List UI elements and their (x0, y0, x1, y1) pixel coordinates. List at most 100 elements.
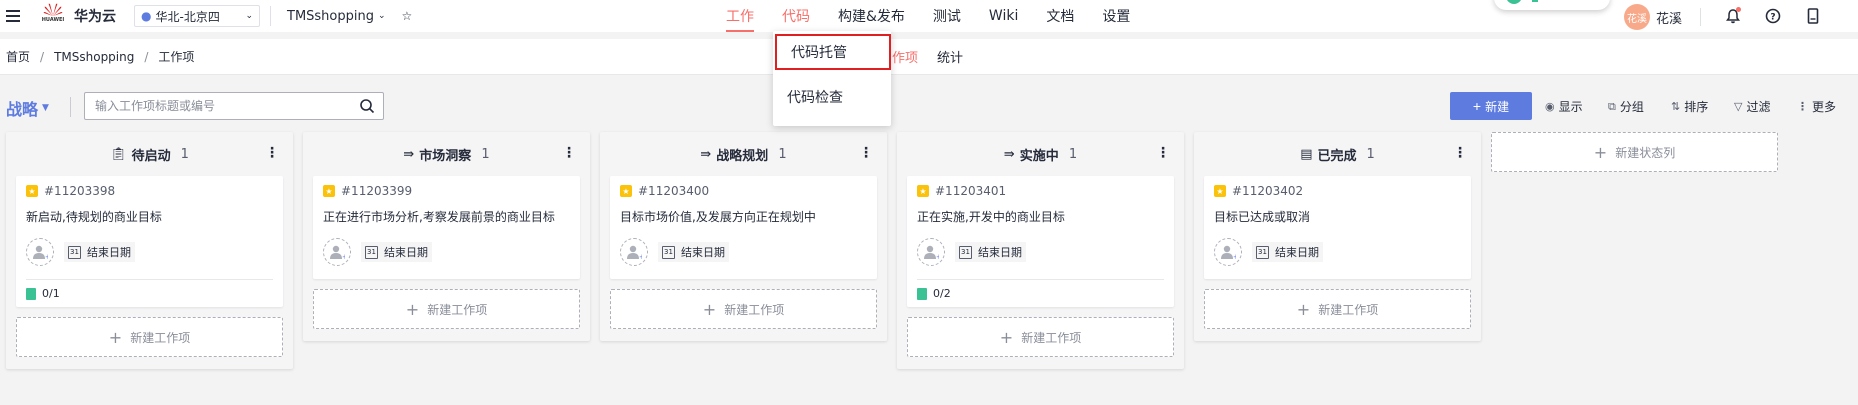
menu-icon[interactable] (6, 10, 20, 22)
breadcrumb-project[interactable]: TMSshopping (54, 50, 134, 64)
menu-item-code-check[interactable]: 代码检查 (773, 79, 891, 115)
huawei-logo[interactable]: HUAWEI (40, 3, 66, 29)
work-item-id[interactable]: #11203400 (638, 184, 709, 198)
more-vertical-icon[interactable]: ⋮ (1453, 146, 1467, 160)
work-item-title[interactable]: 正在进行市场分析,考察发展前景的商业目标 (323, 208, 570, 225)
nav-work[interactable]: 工作 (726, 0, 754, 32)
svg-text:+: + (342, 253, 345, 260)
main-nav: 工作 代码 构建&发布 测试 Wiki 文档 设置 (726, 0, 1158, 32)
end-date-label: 结束日期 (1275, 246, 1319, 259)
work-item-title[interactable]: 正在实施,开发中的商业目标 (917, 208, 1164, 225)
tab-statistics[interactable]: 统计 (937, 47, 963, 66)
work-item-title[interactable]: 目标已达成或取消 (1214, 208, 1461, 225)
help-icon[interactable]: ? (1764, 7, 1782, 25)
add-work-item-button[interactable]: + 新建工作项 (907, 317, 1174, 357)
more-button[interactable]: ⋮ 更多 (1797, 98, 1836, 115)
work-item-id[interactable]: #11203402 (1232, 184, 1303, 198)
add-work-item-label: 新建工作项 (1318, 302, 1379, 317)
avatar[interactable]: 花溪 (1624, 4, 1650, 30)
work-item-title[interactable]: 目标市场价值,及发展方向正在规划中 (620, 208, 867, 225)
search-input[interactable] (95, 99, 355, 113)
column-header[interactable]: ⇛ 市场洞察 1 ⋮ (303, 132, 590, 176)
child-progress[interactable]: 0/1 (42, 287, 60, 300)
new-button[interactable]: + 新建 (1450, 92, 1532, 120)
sort-button[interactable]: ⇅ 排序 (1671, 98, 1708, 115)
project-selector[interactable]: TMSshopping ⌄ (287, 9, 386, 24)
work-item-card[interactable]: ★ #11203401 正在实施,开发中的商业目标 + 31 结束日期 0/2 (907, 176, 1174, 307)
column-header[interactable]: ▤ 已完成 1 ⋮ (1194, 132, 1481, 176)
nav-wiki[interactable]: Wiki (989, 0, 1018, 32)
work-item-id[interactable]: #11203398 (44, 184, 115, 198)
svg-text:+: + (639, 253, 642, 260)
card-spacer (1214, 267, 1461, 279)
region-selector[interactable]: ● 华北-北京四 ⌄ (134, 5, 260, 27)
end-date-picker[interactable]: 31 结束日期 (361, 242, 432, 262)
assign-user-icon[interactable]: + (26, 238, 54, 266)
nav-settings[interactable]: 设置 (1102, 0, 1130, 32)
display-button[interactable]: ◉ 显示 (1545, 98, 1583, 115)
tab-work-items[interactable]: 作项 (892, 47, 918, 66)
end-date-picker[interactable]: 31 结束日期 (1252, 242, 1323, 262)
work-item-card[interactable]: ★ #11203402 目标已达成或取消 + 31 结束日期 (1204, 176, 1471, 279)
mobile-icon[interactable] (1804, 7, 1822, 25)
star-icon[interactable]: ☆ (402, 9, 413, 23)
search-box[interactable] (84, 92, 384, 120)
nav-test[interactable]: 测试 (933, 0, 961, 32)
work-item-id[interactable]: #11203399 (341, 184, 412, 198)
nav-build-release[interactable]: 构建&发布 (838, 0, 905, 32)
menu-item-code-hosting[interactable]: 代码托管 (775, 34, 891, 70)
username[interactable]: 花溪 (1656, 8, 1682, 27)
assign-user-icon[interactable]: + (1214, 238, 1242, 266)
assign-user-icon[interactable]: + (620, 238, 648, 266)
add-work-item-button[interactable]: + 新建工作项 (610, 289, 877, 329)
filter-label: 过滤 (1746, 100, 1771, 114)
plus-icon: + (1593, 142, 1608, 162)
divider (270, 6, 271, 26)
brand-name[interactable]: 华为云 (74, 6, 116, 26)
filter-icon: ▽ (1734, 100, 1743, 113)
work-item-card[interactable]: ★ #11203399 正在进行市场分析,考察发展前景的商业目标 + 31 结束… (313, 176, 580, 279)
more-vertical-icon[interactable]: ⋮ (1156, 146, 1170, 160)
group-button[interactable]: ⧉ 分组 (1608, 98, 1644, 115)
work-item-card[interactable]: ★ #11203400 目标市场价值,及发展方向正在规划中 + 31 结束日期 (610, 176, 877, 279)
add-status-column-button[interactable]: + 新建状态列 (1491, 132, 1778, 172)
bell-icon[interactable] (1724, 7, 1742, 25)
column-header[interactable]: ⇛ 战略规划 1 ⋮ (600, 132, 887, 176)
breadcrumb-current: 工作项 (158, 50, 195, 64)
column-header[interactable]: 📋︎ 待启动 1 ⋮ (6, 132, 293, 176)
floating-widget[interactable] (1494, 0, 1610, 10)
more-vertical-icon[interactable]: ⋮ (859, 146, 873, 160)
board-column: ▤ 已完成 1 ⋮ ★ #11203402 目标已达成或取消 + 31 结束日期… (1194, 132, 1481, 341)
board-column: 📋︎ 待启动 1 ⋮ ★ #11203398 新启动,待规划的商业目标 + 31… (6, 132, 293, 369)
search-icon[interactable] (359, 98, 375, 117)
more-vertical-icon[interactable]: ⋮ (265, 146, 279, 160)
breadcrumb-home[interactable]: 首页 (6, 48, 30, 65)
nav-docs[interactable]: 文档 (1046, 0, 1074, 32)
nav-code[interactable]: 代码 (782, 0, 810, 32)
end-date-picker[interactable]: 31 结束日期 (64, 242, 135, 262)
svg-text:+: + (936, 253, 939, 260)
view-selector[interactable]: 战略 ▼ (6, 96, 49, 120)
more-vertical-icon: ⋮ (1797, 100, 1808, 113)
epic-type-icon: ★ (1214, 185, 1226, 197)
work-item-id[interactable]: #11203401 (935, 184, 1006, 198)
view-label: 战略 (6, 100, 39, 119)
add-work-item-label: 新建工作项 (1021, 330, 1082, 345)
add-work-item-button[interactable]: + 新建工作项 (1204, 289, 1471, 329)
work-item-card[interactable]: ★ #11203398 新启动,待规划的商业目标 + 31 结束日期 0/1 (16, 176, 283, 307)
more-vertical-icon[interactable]: ⋮ (562, 146, 576, 160)
column-header[interactable]: ⇛ 实施中 1 ⋮ (897, 132, 1184, 176)
chevron-down-icon: ⌄ (245, 11, 253, 21)
assign-user-icon[interactable]: + (917, 238, 945, 266)
user-menu[interactable]: 花溪 花溪 (1624, 4, 1702, 30)
filter-button[interactable]: ▽ 过滤 (1734, 98, 1770, 115)
add-work-item-button[interactable]: + 新建工作项 (313, 289, 580, 329)
child-progress[interactable]: 0/2 (933, 287, 951, 300)
location-pin-icon: ● (141, 9, 152, 23)
add-work-item-button[interactable]: + 新建工作项 (16, 317, 283, 357)
column-title: 战略规划 (716, 148, 769, 164)
end-date-picker[interactable]: 31 结束日期 (955, 242, 1026, 262)
end-date-picker[interactable]: 31 结束日期 (658, 242, 729, 262)
work-item-title[interactable]: 新启动,待规划的商业目标 (26, 208, 273, 225)
assign-user-icon[interactable]: + (323, 238, 351, 266)
